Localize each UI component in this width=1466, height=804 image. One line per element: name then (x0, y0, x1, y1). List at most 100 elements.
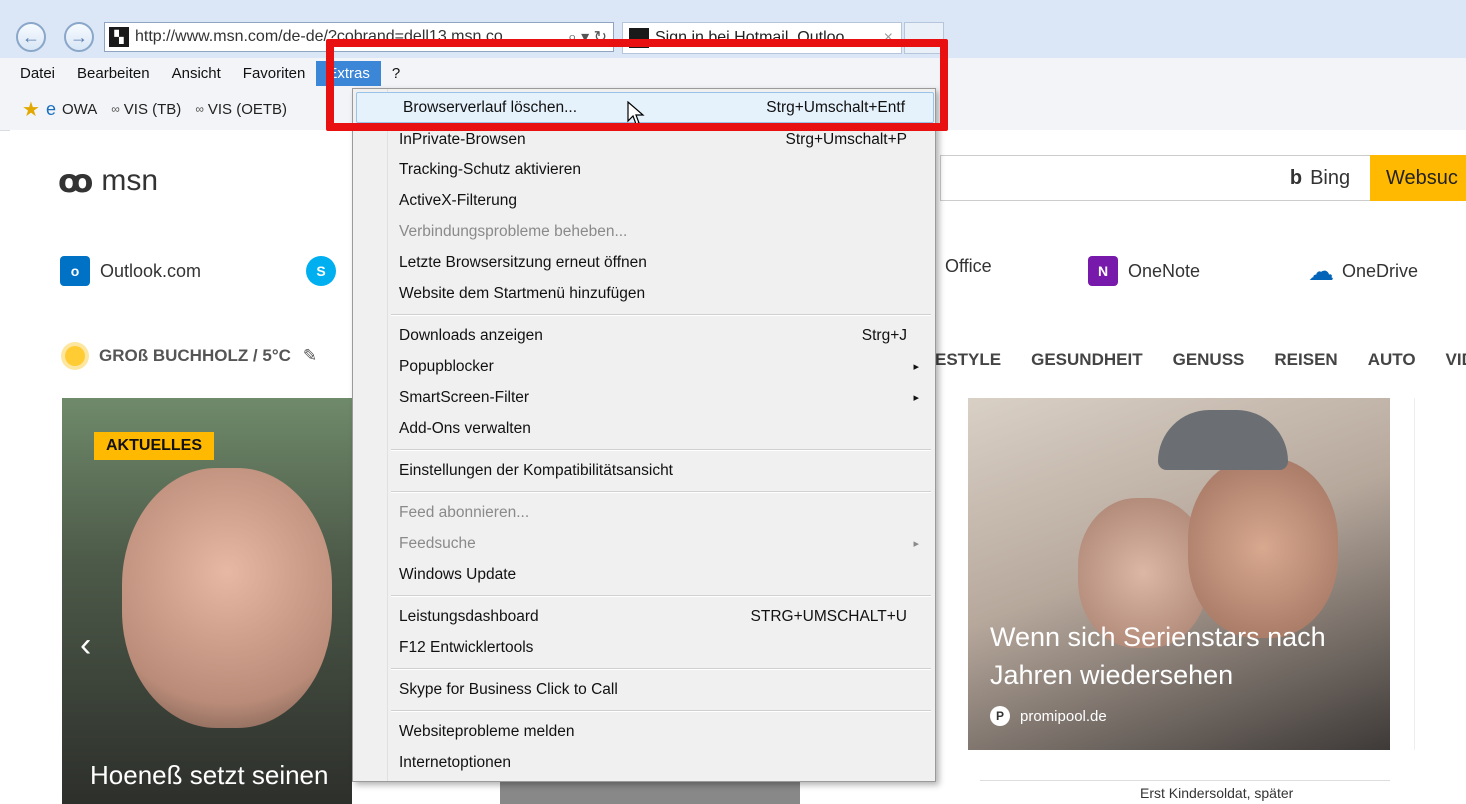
forward-arrow-icon: → (70, 26, 88, 47)
add-favorite-star-icon[interactable]: ★ (22, 97, 40, 122)
menu-item-startmenue[interactable]: Website dem Startmenü hinzufügen (353, 278, 935, 309)
menu-item-downloads[interactable]: Downloads anzeigen Strg+J (353, 320, 935, 351)
menu-item-label: Einstellungen der Kompatibilitätsansicht (399, 461, 673, 479)
news-photo-cap (1158, 410, 1288, 470)
menu-separator (391, 595, 931, 597)
news-card-serienstars-title: Wenn sich Serienstars nach Jahren wieder… (990, 622, 1326, 690)
menu-item-letzte-sitzung[interactable]: Letzte Browsersitzung erneut öffnen (353, 247, 935, 278)
menu-item-leistungsdashboard[interactable]: Leistungsdashboard STRG+UMSCHALT+U (353, 601, 935, 632)
service-onenote-label: OneNote (1128, 260, 1201, 281)
menu-item-shortcut: Strg+J (861, 326, 907, 344)
menu-item-kompatibilitaet[interactable]: Einstellungen der Kompatibilitätsansicht (353, 455, 935, 486)
link-icon: ∞ (195, 102, 204, 116)
service-outlook[interactable]: o Outlook.com (60, 256, 201, 286)
menu-separator (391, 449, 931, 451)
menu-item-label: Popupblocker (399, 357, 494, 375)
carousel-prev-icon[interactable]: ‹ (80, 626, 91, 665)
news-card-small-title: Erst Kindersoldat, später (1140, 785, 1294, 801)
service-skype[interactable]: S (306, 256, 346, 286)
menu-item-shortcut: STRG+UMSCHALT+U (750, 607, 907, 625)
msn-logo[interactable]: ꝏ msn (58, 162, 158, 200)
favorite-vis-tb[interactable]: ∞ VIS (TB) (111, 101, 181, 118)
menu-item-label: F12 Entwicklertools (399, 638, 534, 656)
weather-text: GROß BUCHHOLZ / 5°C (99, 346, 291, 365)
link-icon: ∞ (111, 102, 120, 116)
menu-item-addons[interactable]: Add-Ons verwalten (353, 413, 935, 444)
category-nav: ESTYLE GESUNDHEIT GENUSS REISEN AUTO VID (935, 350, 1466, 370)
edit-pencil-icon[interactable]: ✎ (303, 346, 317, 366)
menu-item-tracking-schutz[interactable]: Tracking-Schutz aktivieren (353, 154, 935, 185)
service-onedrive[interactable]: ☁ OneDrive (1306, 256, 1418, 286)
menu-item-label: Leistungsdashboard (399, 607, 539, 625)
service-outlook-label: Outlook.com (100, 260, 202, 281)
msn-favicon-icon: ▚ (109, 27, 129, 47)
menu-separator (391, 314, 931, 316)
back-button[interactable]: ← (16, 22, 46, 52)
service-office[interactable]: Office (945, 256, 992, 277)
msn-logo-text: msn (101, 164, 159, 197)
menu-item-internetoptionen[interactable]: Internetoptionen (353, 747, 935, 778)
nav-genuss[interactable]: GENUSS (1173, 350, 1245, 370)
menu-item-f12[interactable]: F12 Entwicklertools (353, 632, 935, 663)
menu-item-label: Websiteprobleme melden (399, 722, 575, 740)
news-card-serienstars[interactable]: Wenn sich Serienstars nach Jahren wieder… (968, 398, 1390, 750)
favorite-vis-oetb-label: VIS (OETB) (207, 100, 288, 118)
menu-ansicht[interactable]: Ansicht (161, 61, 232, 86)
menu-item-label: Verbindungsprobleme beheben... (399, 222, 628, 240)
news-photo (122, 468, 332, 728)
nav-video[interactable]: VID (1446, 350, 1466, 370)
service-onenote[interactable]: N OneNote (1088, 256, 1200, 286)
menu-item-verbindungsprobleme: Verbindungsprobleme beheben... (353, 216, 935, 247)
menu-item-label: Windows Update (399, 565, 517, 583)
menu-item-label: Website dem Startmenü hinzufügen (399, 284, 646, 302)
menu-item-label: Internetoptionen (399, 753, 512, 771)
favorite-vis-oetb[interactable]: ∞ VIS (OETB) (195, 101, 287, 118)
news-source-label: promipool.de (1020, 707, 1107, 725)
favorite-owa[interactable]: OWA (62, 101, 97, 118)
bing-label: Bing (1310, 166, 1351, 189)
menu-item-websiteprobleme[interactable]: Websiteprobleme melden (353, 716, 935, 747)
menu-item-label: Letzte Browsersitzung erneut öffnen (399, 253, 647, 271)
menu-datei[interactable]: Datei (0, 61, 66, 86)
ie-page-icon: e (45, 98, 56, 119)
forward-button[interactable]: → (64, 22, 94, 52)
menu-item-popupblocker[interactable]: Popupblocker ▸ (353, 351, 935, 382)
highlight-annotation-box (326, 39, 948, 131)
onenote-icon: N (1088, 256, 1118, 286)
nav-auto[interactable]: AUTO (1368, 350, 1416, 370)
websearch-button[interactable]: Websuc (1370, 155, 1466, 201)
skype-icon: S (306, 256, 336, 286)
nav-reisen[interactable]: REISEN (1274, 350, 1337, 370)
menu-item-label: ActiveX-Filterung (399, 191, 518, 209)
extras-dropdown-menu: Browserverlauf löschen... Strg+Umschalt+… (352, 88, 936, 782)
nav-lifestyle[interactable]: ESTYLE (935, 350, 1001, 370)
menu-item-activex[interactable]: ActiveX-Filterung (353, 185, 935, 216)
menu-item-label: InPrivate-Browsen (399, 130, 526, 148)
favorite-owa-label: OWA (61, 100, 98, 118)
submenu-arrow-icon: ▸ (913, 392, 919, 404)
menu-item-windows-update[interactable]: Windows Update (353, 559, 935, 590)
menu-item-feedsuche: Feedsuche ▸ (353, 528, 935, 559)
aktuelles-badge: AKTUELLES (94, 432, 214, 460)
menu-separator (391, 710, 931, 712)
menu-item-smartscreen[interactable]: SmartScreen-Filter ▸ (353, 382, 935, 413)
nav-gesundheit[interactable]: GESUNDHEIT (1031, 350, 1142, 370)
back-arrow-icon: ← (22, 26, 40, 47)
browser-window: ← → ▚ http://www.msn.com/de-de/?cobrand=… (0, 0, 1466, 804)
menu-item-label: SmartScreen-Filter (399, 388, 530, 406)
submenu-arrow-icon: ▸ (913, 361, 919, 373)
news-photo-person2 (1188, 458, 1338, 638)
news-card-small[interactable]: Erst Kindersoldat, später (980, 780, 1390, 804)
search-input[interactable] (940, 155, 1270, 201)
menu-bearbeiten[interactable]: Bearbeiten (66, 61, 161, 86)
menu-favoriten[interactable]: Favoriten (232, 61, 317, 86)
menu-separator (391, 491, 931, 493)
sun-icon (65, 346, 85, 366)
news-card-main[interactable]: AKTUELLES ‹ Hoeneß setzt seinen (62, 398, 352, 804)
menu-item-skype-click-to-call[interactable]: Skype for Business Click to Call (353, 674, 935, 705)
bing-logo: b Bing (1270, 155, 1370, 201)
weather-widget[interactable]: GROß BUCHHOLZ / 5°C ✎ (65, 346, 317, 366)
service-onedrive-label: OneDrive (1342, 260, 1419, 281)
menu-item-label: Feed abonnieren... (399, 503, 530, 521)
promipool-icon: P (990, 706, 1010, 726)
